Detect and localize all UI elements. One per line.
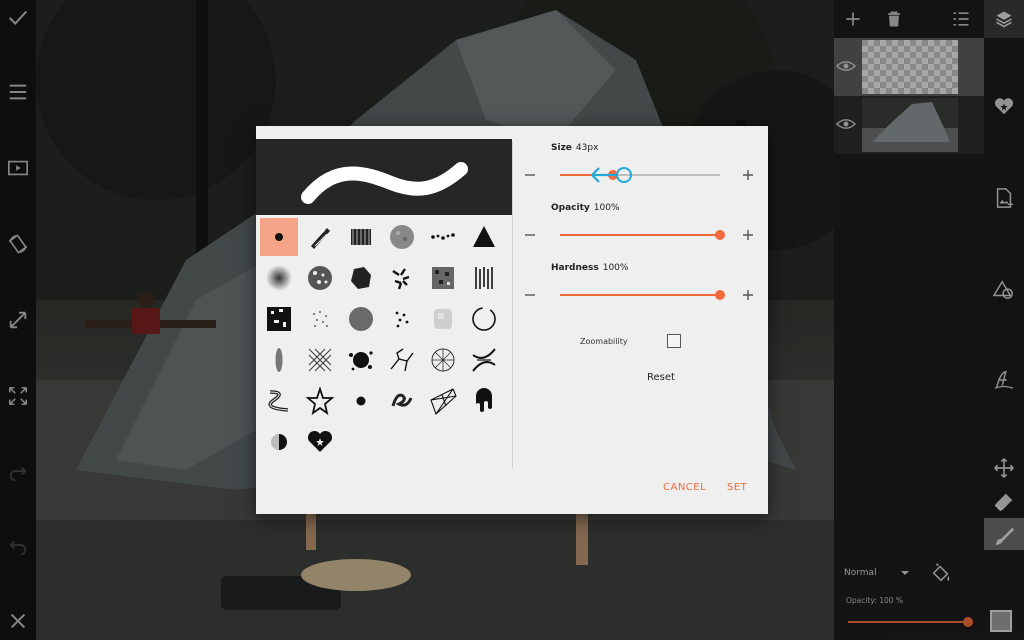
speckle-brush-icon [313,311,328,327]
brush-item[interactable] [260,341,298,379]
hard-round-gray-brush-icon [349,307,373,331]
soft-round-brush-icon [266,265,292,291]
rough-blob-brush-icon [351,267,371,289]
brush-settings-dialog: Size 43px Opacity 100% Hardness 100% Zoo… [256,126,768,514]
opacity-increase-button[interactable] [740,227,756,243]
half-circle-brush-icon [271,434,287,450]
brush-item[interactable] [465,259,503,297]
noise-square-brush-icon [432,267,454,289]
reset-button[interactable]: Reset [616,372,706,388]
small-soft-dot-brush-icon [356,396,366,406]
radial-lines-brush-icon [431,348,455,372]
wireframe-brush-icon [430,388,457,415]
brush-stroke-preview [301,162,468,204]
brush-item[interactable] [301,218,339,256]
size-slider[interactable] [560,167,720,183]
texture-round-brush-icon [390,225,414,249]
brush-item[interactable] [301,341,339,379]
sponge-brush-icon [308,266,332,290]
hardness-value: 100% [602,263,629,273]
triangle-splatter-brush-icon [473,226,495,247]
size-increase-button[interactable] [740,167,756,183]
dot-scatter-brush-icon [395,311,409,328]
brush-item[interactable] [424,300,462,338]
brush-item[interactable] [465,218,503,256]
slider-fill [560,294,720,296]
zoomability-checkbox[interactable] [667,334,681,348]
brush-item[interactable] [301,423,339,461]
size-label: Size 43px [551,143,599,153]
round-dot-brush-icon [275,233,283,241]
opacity-slider[interactable] [560,227,725,243]
app-window: Normal Opacity: 100 % Size 43px Opacity … [0,0,1024,640]
twist-brush-icon [472,348,496,372]
opacity-value: 100% [593,203,620,213]
brush-settings: Size 43px Opacity 100% Hardness 100% [514,126,768,514]
brush-item[interactable] [301,300,339,338]
brush-item[interactable] [383,382,421,420]
drag-hint-arrow-icon [591,167,632,183]
star-brush-icon [305,386,335,416]
brush-item[interactable] [260,423,298,461]
brush-item[interactable] [383,341,421,379]
ribbon-brush-icon [268,390,289,412]
hardness-decrease-button[interactable] [522,287,538,303]
brush-item[interactable] [424,218,462,256]
zoomability-label: Zoomability [580,337,628,346]
size-decrease-button[interactable] [522,167,538,183]
brush-item[interactable] [342,300,380,338]
grunge-square-brush-icon [267,307,291,331]
scatter-strokes-brush-icon [392,268,410,290]
light-texture-brush-icon [434,309,452,329]
brush-item[interactable] [424,341,462,379]
brush-item[interactable] [342,382,380,420]
brush-item[interactable] [424,259,462,297]
leaf-brush-icon [275,348,283,372]
brush-item[interactable] [260,259,298,297]
brush-grid [260,218,508,468]
brush-item[interactable] [260,300,298,338]
splat-brush-icon [349,351,373,371]
hardness-slider[interactable] [560,287,725,303]
scribble-brush-icon [391,393,413,407]
set-button[interactable]: SET [727,482,747,493]
dotted-line-brush-icon [431,233,455,240]
dialog-divider [512,142,513,468]
slider-thumb[interactable] [715,290,725,300]
brush-item[interactable] [342,259,380,297]
brush-item[interactable] [383,259,421,297]
slider-fill [560,234,720,236]
crosshatch-brush-icon [308,348,332,372]
slider-thumb[interactable] [715,230,725,240]
brush-item[interactable] [424,382,462,420]
hardness-label: Hardness 100% [551,263,629,273]
brush-item[interactable] [465,382,503,420]
brush-item[interactable] [260,218,298,256]
drip-brush-icon [476,388,492,412]
vertical-lines-brush-icon [475,267,493,289]
cancel-button[interactable]: CANCEL [663,482,706,493]
charcoal-brush-icon [311,228,330,249]
brush-item[interactable] [465,300,503,338]
brush-item[interactable] [260,382,298,420]
crack-brush-icon [390,348,414,372]
bristle-brush-icon [351,229,371,245]
ring-brush-icon [472,307,496,331]
brush-item[interactable] [342,218,380,256]
brush-item[interactable] [342,341,380,379]
brush-preview [256,139,512,215]
brush-item[interactable] [465,341,503,379]
opacity-label: Opacity 100% [551,203,620,213]
size-value: 43px [575,143,599,153]
hardness-increase-button[interactable] [740,287,756,303]
brush-item[interactable] [383,300,421,338]
brush-item[interactable] [301,259,339,297]
brush-item[interactable] [383,218,421,256]
opacity-decrease-button[interactable] [522,227,538,243]
brush-item[interactable] [301,382,339,420]
heart-star-brush-icon [307,430,333,452]
